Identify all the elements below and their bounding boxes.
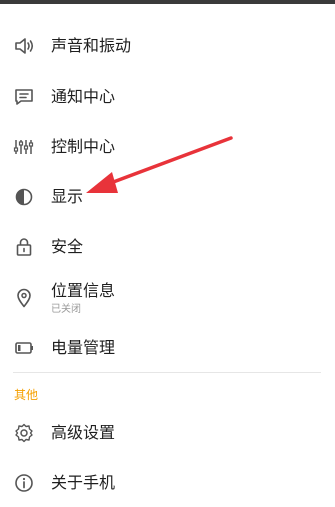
settings-list: 声音和振动 通知中心 控制中心 显示 安全 位置信息 已关闭 电量管理 其他 高… (0, 0, 335, 493)
section-divider (13, 372, 321, 373)
lock-icon (16, 238, 32, 256)
contrast-icon (15, 188, 33, 206)
settings-item-label: 声音和振动 (51, 36, 132, 55)
settings-item-label: 控制中心 (51, 137, 116, 156)
battery-icon (15, 342, 33, 354)
settings-item-notification-center[interactable]: 通知中心 (0, 73, 335, 121)
settings-item-advanced[interactable]: 高级设置 (0, 409, 335, 457)
settings-item-control-center[interactable]: 控制中心 (0, 123, 335, 171)
settings-item-label: 通知中心 (51, 87, 116, 106)
info-icon (15, 474, 33, 492)
settings-item-sound-vibration[interactable]: 声音和振动 (0, 22, 335, 70)
settings-item-label: 高级设置 (51, 423, 116, 442)
settings-item-location[interactable]: 位置信息 已关闭 (0, 274, 335, 324)
settings-item-label: 位置信息 (51, 281, 116, 300)
settings-item-about-phone[interactable]: 关于手机 (0, 459, 335, 507)
gear-icon (15, 423, 33, 443)
settings-item-status: 已关闭 (51, 304, 81, 315)
settings-item-label: 安全 (51, 237, 84, 256)
settings-item-battery[interactable]: 电量管理 (0, 324, 335, 372)
settings-item-security[interactable]: 安全 (0, 223, 335, 271)
settings-item-display[interactable]: 显示 (0, 173, 335, 221)
settings-item-label: 关于手机 (51, 473, 116, 492)
sliders-icon (13, 140, 34, 154)
settings-item-label: 电量管理 (51, 338, 116, 357)
settings-item-label: 显示 (51, 187, 84, 206)
message-icon (15, 89, 33, 105)
speaker-icon (15, 38, 34, 54)
location-pin-icon (17, 288, 31, 308)
section-header-other: 其他 (14, 388, 39, 402)
